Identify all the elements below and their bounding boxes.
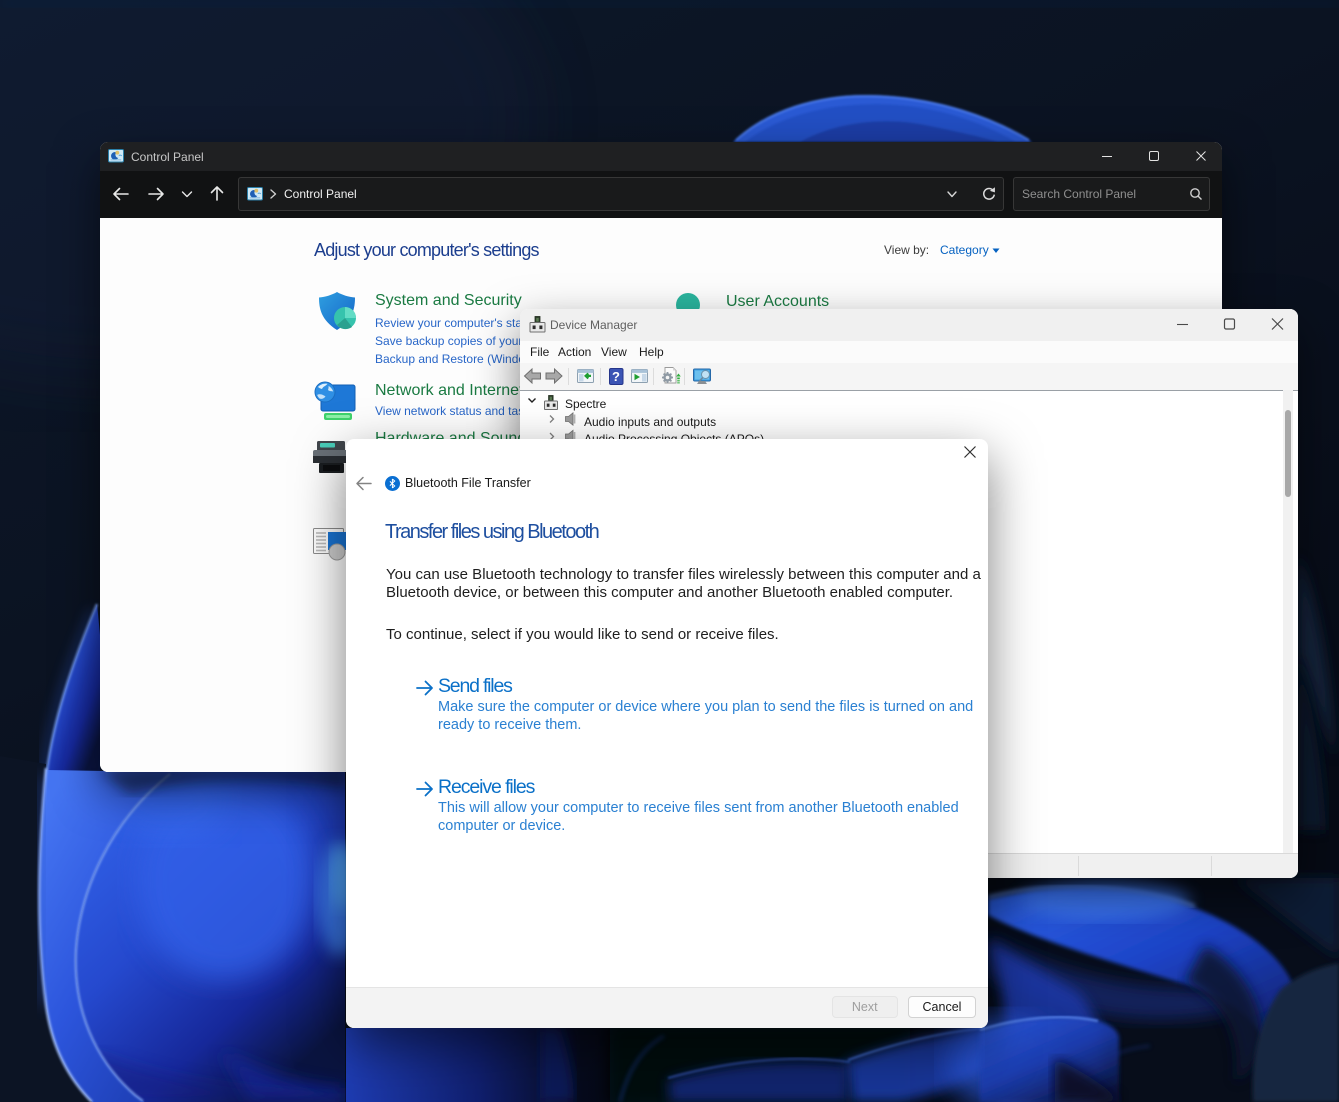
svg-text:?: ?	[612, 369, 620, 384]
